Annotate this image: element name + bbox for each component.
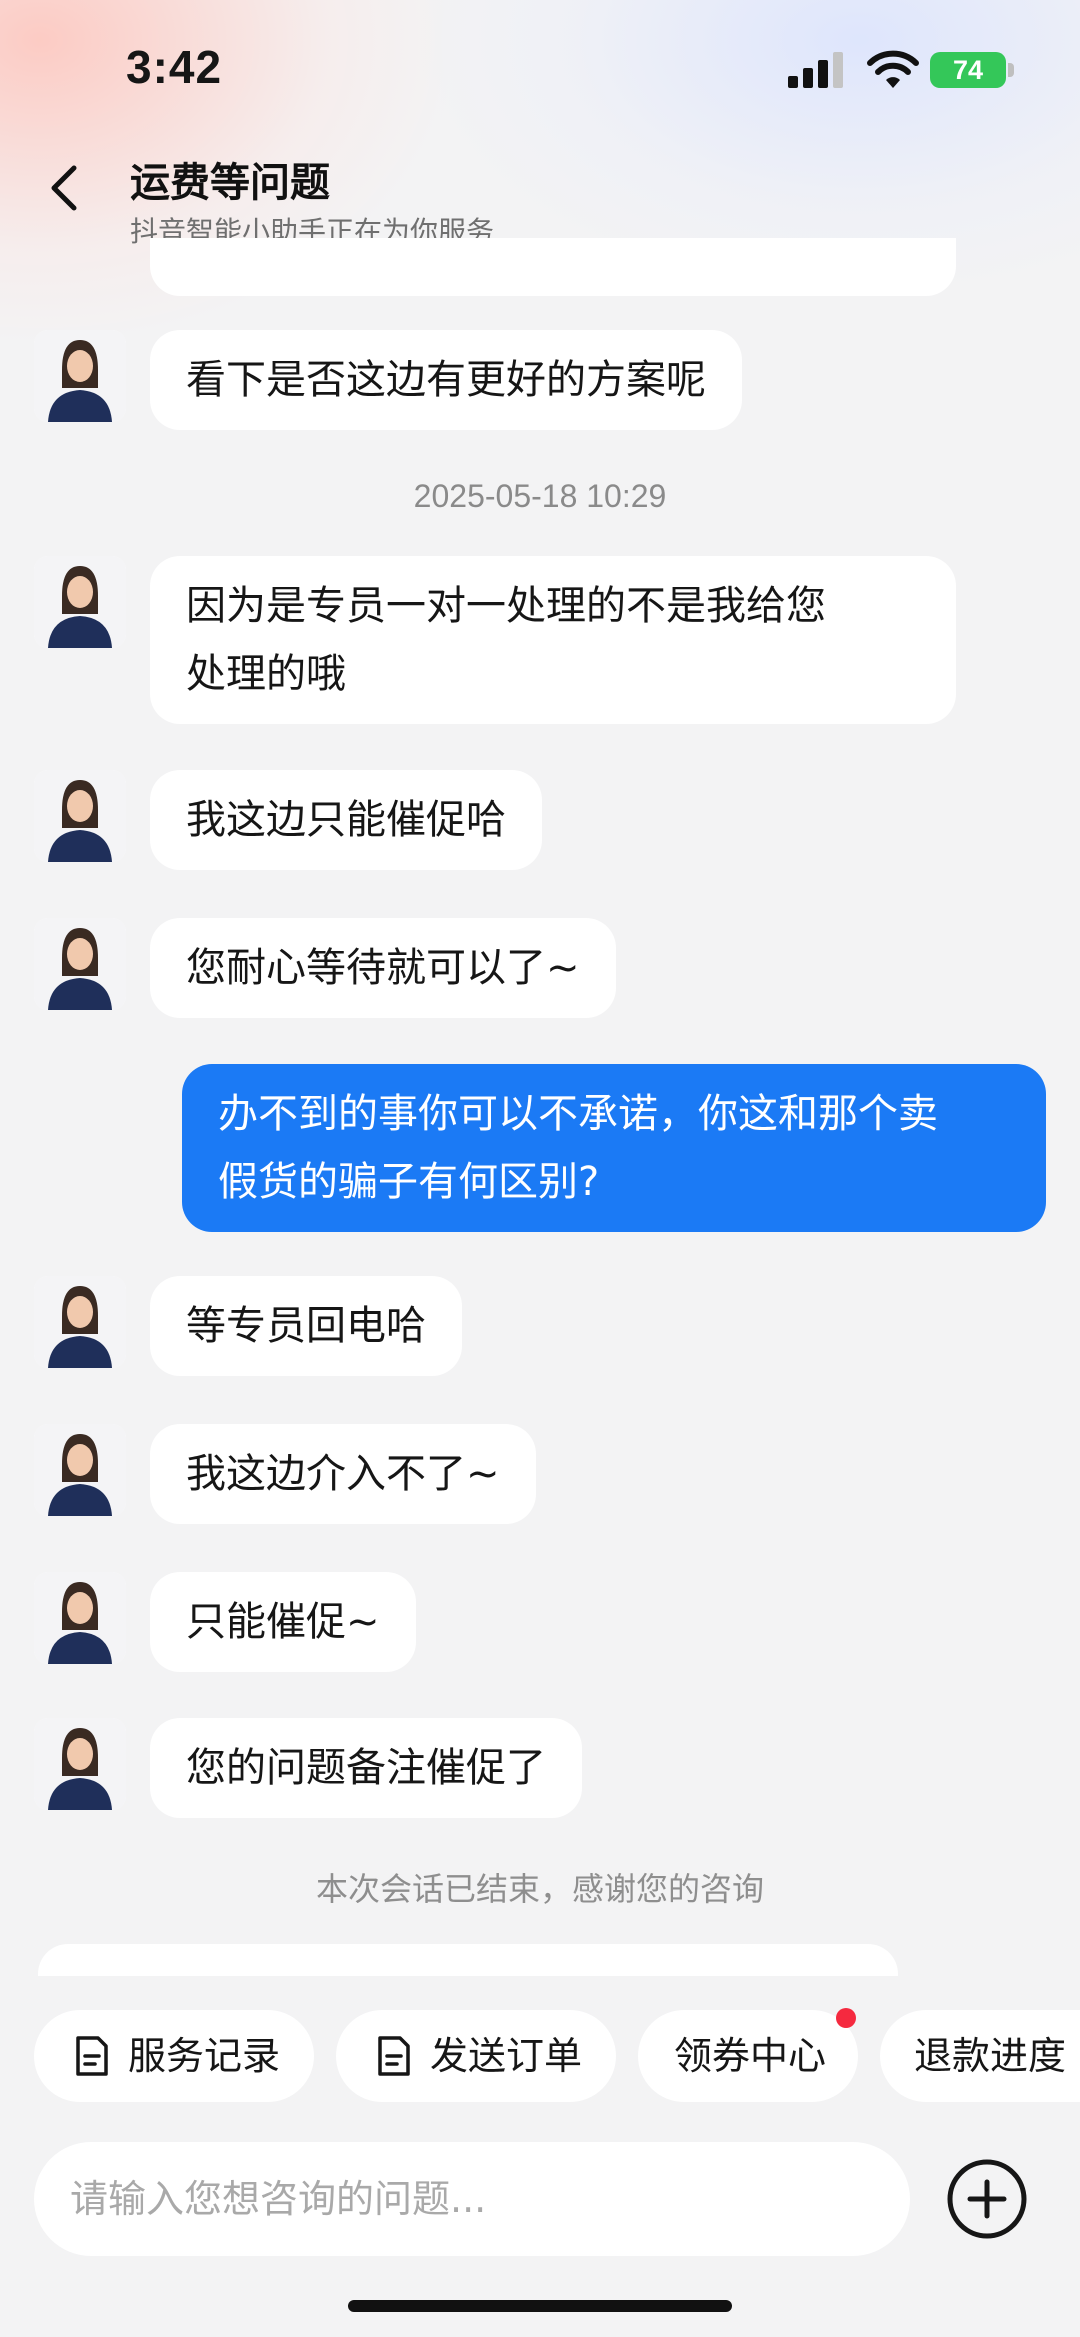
battery-cap <box>1008 63 1014 77</box>
agent-message: 您的问题备注催促了 <box>150 1718 582 1818</box>
home-indicator[interactable] <box>348 2300 732 2312</box>
coupon-center-label: 领券中心 <box>674 2034 827 2078</box>
agent-avatar[interactable] <box>34 1424 126 1516</box>
message-bubble-partial <box>150 238 956 296</box>
agent-message: 看下是否这边有更好的方案呢 <box>150 330 742 430</box>
chat-title: 运费等问题 <box>130 160 330 206</box>
document-icon <box>378 2036 410 2076</box>
agent-avatar-icon <box>34 330 126 422</box>
coupon-center-button[interactable]: 领券中心 <box>638 2010 858 2102</box>
message-input[interactable]: 请输入您想咨询的问题... <box>34 2142 910 2256</box>
agent-avatar-icon <box>34 1276 126 1368</box>
message-timestamp: 2025-05-18 10:29 <box>413 478 667 514</box>
agent-message: 因为是专员一对一处理的不是我给您 处理的哦 <box>150 556 956 724</box>
message-line: 因为是专员一对一处理的不是我给您 <box>186 583 826 629</box>
agent-avatar-icon <box>34 918 126 1010</box>
agent-message: 我这边只能催促哈 <box>150 770 542 870</box>
cellular-signal-icon <box>788 52 843 88</box>
send-order-label: 发送订单 <box>430 2034 583 2078</box>
document-icon <box>76 2036 108 2076</box>
agent-avatar-icon <box>34 770 126 862</box>
agent-avatar[interactable] <box>34 330 126 422</box>
agent-avatar-icon <box>34 1572 126 1664</box>
back-arrow-icon[interactable] <box>36 158 96 218</box>
agent-avatar-icon <box>34 1424 126 1516</box>
session-ended-note: 本次会话已结束，感谢您的咨询 <box>315 1870 764 1908</box>
agent-avatar-icon <box>34 1718 126 1810</box>
service-record-button[interactable]: 服务记录 <box>34 2010 314 2102</box>
notification-badge <box>836 2008 856 2028</box>
message-line: 处理的哦 <box>186 651 346 697</box>
user-message: 办不到的事你可以不承诺，你这和那个卖 假货的骗子有何区别? <box>182 1064 1046 1232</box>
agent-message: 只能催促~ <box>150 1572 416 1672</box>
refund-progress-label: 退款进度 <box>914 2034 1067 2078</box>
refund-progress-button[interactable]: 退款进度 <box>880 2010 1080 2102</box>
agent-message: 您耐心等待就可以了~ <box>150 918 616 1018</box>
agent-avatar[interactable] <box>34 918 126 1010</box>
message-input-placeholder: 请输入您想咨询的问题... <box>70 2177 487 2221</box>
agent-message: 等专员回电哈 <box>150 1276 462 1376</box>
agent-avatar[interactable] <box>34 1276 126 1368</box>
send-order-button[interactable]: 发送订单 <box>336 2010 616 2102</box>
add-plus-icon[interactable] <box>946 2158 1028 2240</box>
message-line: 办不到的事你可以不承诺，你这和那个卖 <box>218 1091 938 1137</box>
agent-avatar-icon <box>34 556 126 648</box>
message-line: 假货的骗子有何区别? <box>218 1159 600 1205</box>
battery-level: 74 <box>952 55 984 85</box>
agent-avatar[interactable] <box>34 1572 126 1664</box>
agent-message: 我这边介入不了~ <box>150 1424 536 1524</box>
status-bar: 3:42 74 <box>0 0 1080 140</box>
wifi-icon <box>867 50 919 88</box>
agent-avatar[interactable] <box>34 1718 126 1810</box>
service-record-label: 服务记录 <box>128 2034 281 2078</box>
agent-avatar[interactable] <box>34 556 126 648</box>
agent-avatar[interactable] <box>34 770 126 862</box>
status-time: 3:42 <box>126 41 223 93</box>
chat-header: 运费等问题 抖音智能小助手正在为你服务 <box>0 140 1080 250</box>
